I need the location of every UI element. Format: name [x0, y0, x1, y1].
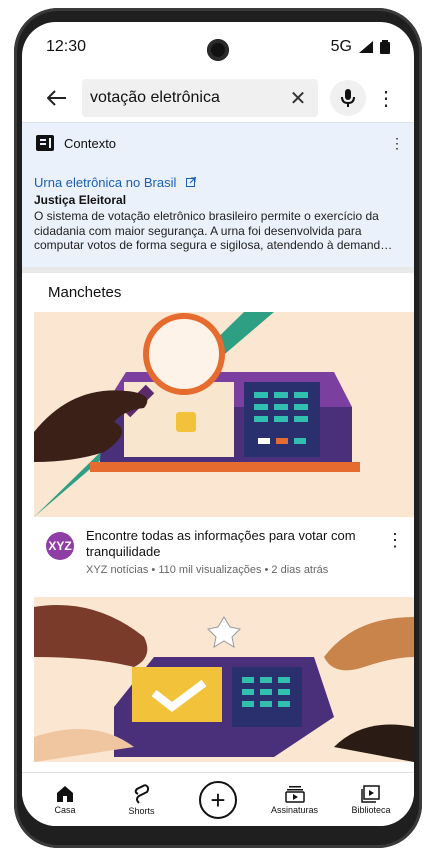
context-panel: Contexto ⋮ Urna eletrônica no Brasil Jus…	[22, 122, 414, 268]
nav-shorts[interactable]: Shorts	[107, 773, 177, 826]
video-thumbnail-2[interactable]	[34, 597, 414, 762]
phone: 12:30 5G votação eletrônica ✕ ⋮ Contexto…	[0, 0, 432, 855]
status-right: 5G	[331, 38, 390, 56]
home-icon	[57, 785, 73, 802]
nav-subscriptions-label: Assinaturas	[270, 804, 319, 815]
network-label: 5G	[330, 38, 352, 55]
context-link[interactable]: Urna eletrônica no Brasil	[34, 175, 197, 190]
search-bar: votação eletrônica ✕ ⋮	[22, 77, 414, 119]
video-thumbnail[interactable]	[34, 312, 414, 517]
nav-subscriptions[interactable]: Assinaturas	[260, 773, 330, 826]
context-more-icon[interactable]: ⋮	[390, 135, 404, 152]
channel-avatar[interactable]: XYZ	[46, 532, 74, 560]
context-header: Contexto	[36, 135, 116, 151]
nav-create[interactable]: +	[183, 773, 253, 826]
nav-home[interactable]: Casa	[30, 773, 100, 826]
video-meta: XYZ notícias • 110 mil visualizações • 2…	[86, 564, 329, 576]
video-info[interactable]: XYZ Encontre todas as informações para v…	[34, 524, 414, 586]
context-link-label: Urna eletrônica no Brasil	[34, 175, 177, 190]
search-query: votação eletrônica	[90, 89, 220, 106]
nav-home-label: Casa	[54, 804, 76, 815]
context-description: O sistema de votação eletrônico brasilei…	[34, 209, 393, 252]
nav-library-label: Biblioteca	[351, 804, 391, 815]
create-plus-icon: +	[199, 780, 237, 819]
library-icon	[361, 784, 380, 803]
front-camera	[207, 39, 229, 61]
clear-icon[interactable]: ✕	[286, 86, 310, 111]
context-source: Justiça Eleitoral	[34, 193, 127, 207]
back-arrow-icon[interactable]	[40, 81, 74, 115]
subscriptions-icon	[284, 785, 305, 803]
context-title: Contexto	[64, 135, 117, 151]
external-link-icon	[185, 175, 197, 190]
thumbnail-illustration-2	[34, 597, 414, 762]
thumbnail-illustration	[34, 312, 414, 517]
nav-library[interactable]: Biblioteca	[336, 773, 406, 826]
context-icon	[36, 135, 54, 151]
battery-icon	[380, 40, 390, 54]
nav-shorts-label: Shorts	[128, 805, 155, 816]
section-divider	[22, 267, 414, 273]
search-input[interactable]: votação eletrônica ✕	[82, 79, 318, 117]
bottom-nav: Casa Shorts + Assinaturas Biblioteca	[22, 772, 414, 826]
video-title[interactable]: Encontre todas as informações para votar…	[86, 528, 356, 560]
mic-icon[interactable]	[330, 80, 366, 116]
signal-icon	[359, 41, 373, 53]
section-title: Manchetes	[48, 284, 122, 301]
screen: 12:30 5G votação eletrônica ✕ ⋮ Contexto…	[22, 22, 414, 826]
video-more-icon[interactable]: ⋮	[386, 530, 404, 551]
more-vert-icon[interactable]: ⋮	[376, 83, 396, 113]
shorts-icon	[134, 783, 149, 804]
status-time: 12:30	[46, 38, 87, 55]
